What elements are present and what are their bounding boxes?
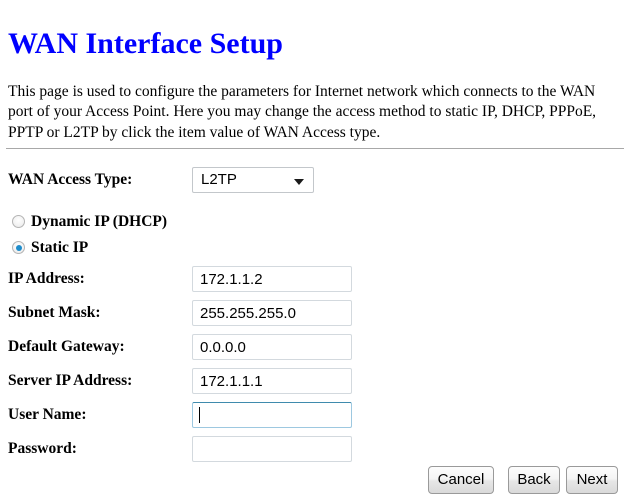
subnet-mask-row: Subnet Mask: bbox=[0, 300, 630, 326]
wan-access-type-label: WAN Access Type: bbox=[8, 171, 133, 188]
subnet-mask-input[interactable] bbox=[192, 300, 352, 326]
server-ip-address-row: Server IP Address: bbox=[0, 368, 630, 394]
text-caret bbox=[199, 407, 200, 423]
chevron-down-icon bbox=[294, 179, 304, 185]
server-ip-address-input[interactable] bbox=[192, 368, 352, 394]
wan-access-type-row: WAN Access Type: L2TP bbox=[0, 167, 630, 193]
password-input[interactable] bbox=[192, 436, 352, 462]
default-gateway-input[interactable] bbox=[192, 334, 352, 360]
radio-label-dynamic-ip: Dynamic IP (DHCP) bbox=[31, 213, 168, 230]
wan-access-type-value: L2TP bbox=[201, 171, 237, 188]
radio-static-ip[interactable] bbox=[12, 241, 25, 254]
default-gateway-label: Default Gateway: bbox=[8, 338, 125, 355]
button-bar: Cancel Back Next bbox=[0, 466, 630, 496]
back-button[interactable]: Back bbox=[508, 466, 560, 494]
cancel-button[interactable]: Cancel bbox=[428, 466, 494, 494]
ip-address-label: IP Address: bbox=[8, 270, 85, 287]
password-label: Password: bbox=[8, 440, 77, 457]
wan-setup-form: WAN Access Type: L2TP Dynamic IP (DHCP) … bbox=[0, 0, 630, 502]
radio-dynamic-ip[interactable] bbox=[12, 215, 25, 228]
user-name-label: User Name: bbox=[8, 406, 87, 423]
wan-access-type-select[interactable]: L2TP bbox=[192, 167, 314, 193]
radio-label-static-ip: Static IP bbox=[31, 239, 89, 256]
ip-address-input[interactable] bbox=[192, 266, 352, 292]
server-ip-address-label: Server IP Address: bbox=[8, 372, 133, 389]
ip-address-row: IP Address: bbox=[0, 266, 630, 292]
default-gateway-row: Default Gateway: bbox=[0, 334, 630, 360]
user-name-row: User Name: bbox=[0, 402, 630, 428]
subnet-mask-label: Subnet Mask: bbox=[8, 304, 101, 321]
next-button[interactable]: Next bbox=[566, 466, 618, 494]
password-row: Password: bbox=[0, 436, 630, 462]
user-name-input[interactable] bbox=[192, 402, 352, 428]
